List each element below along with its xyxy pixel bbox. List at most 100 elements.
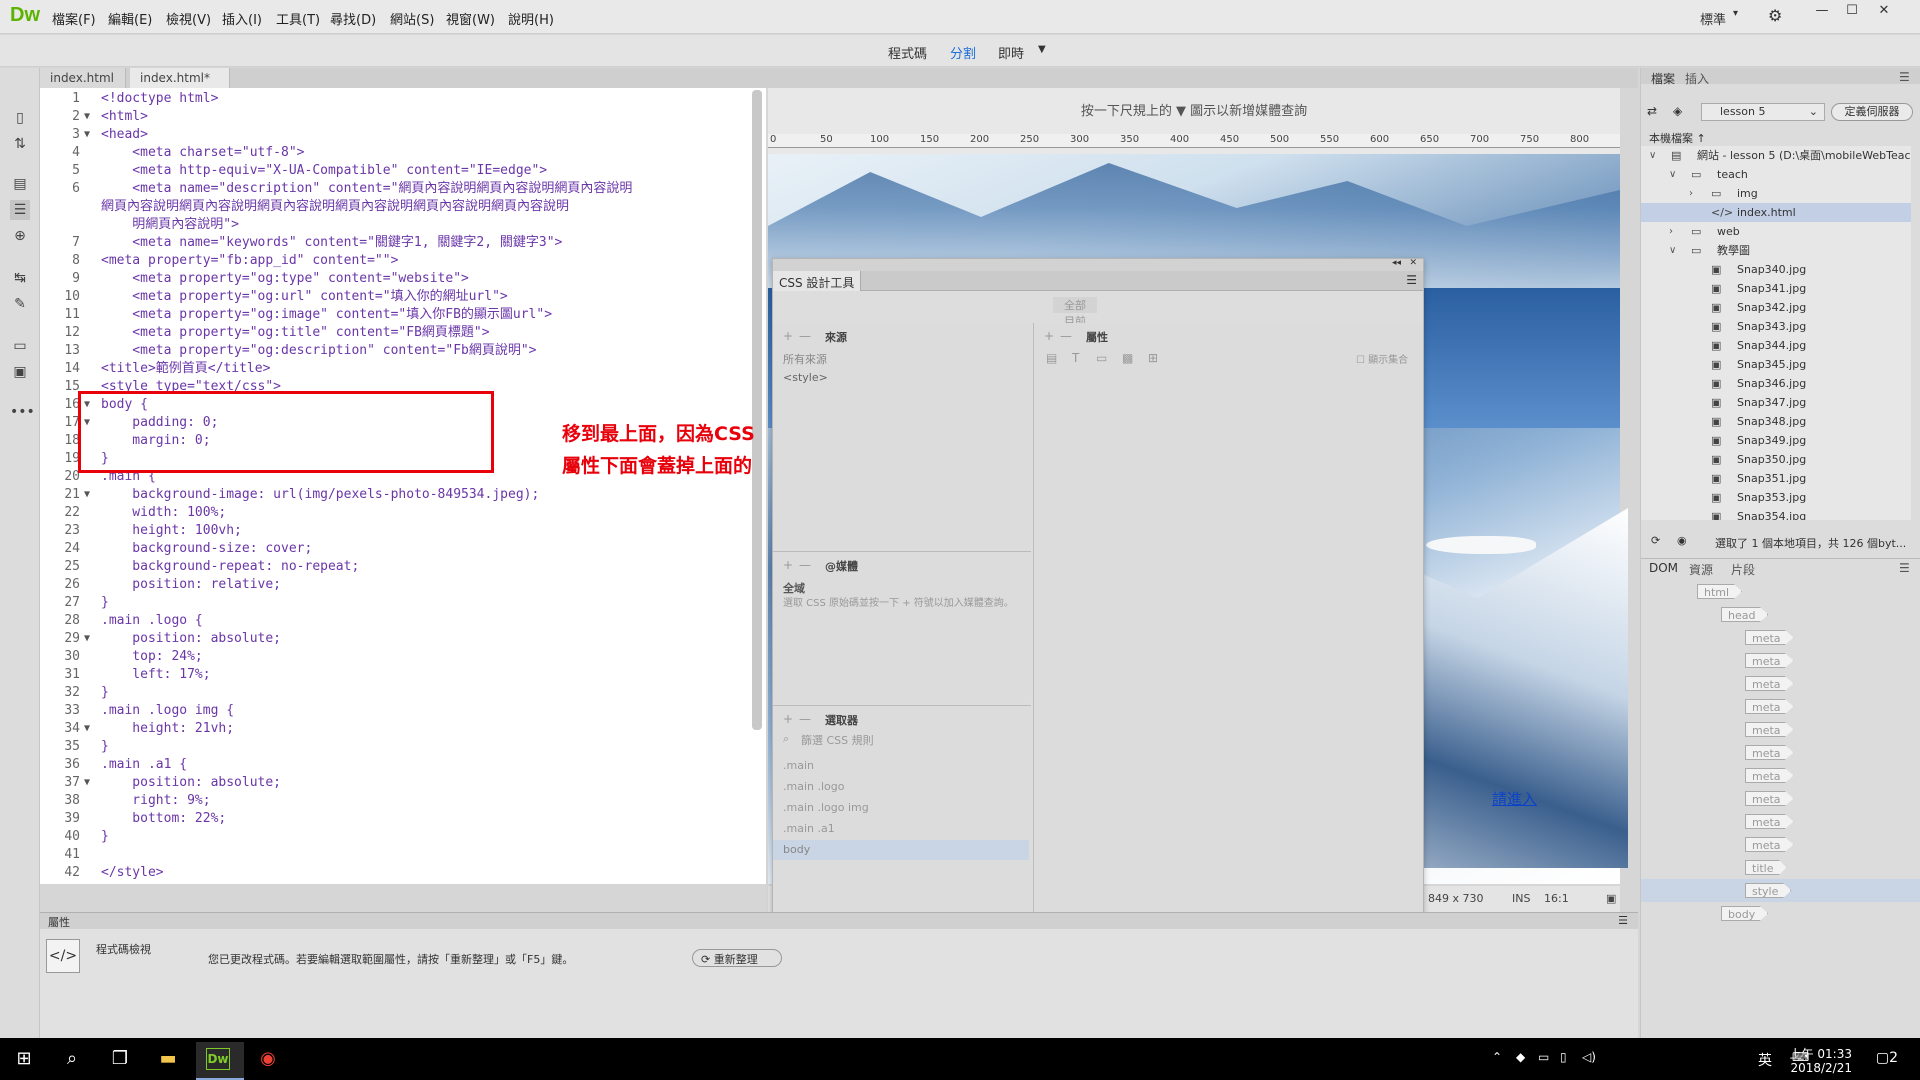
notification-icon[interactable]: ▢2 [1876, 1050, 1898, 1066]
code-text[interactable]: position: absolute; [101, 774, 281, 792]
menu-item[interactable]: 編輯(E) [108, 9, 152, 28]
code-line[interactable]: 24 background-size: cover; [40, 540, 766, 558]
minimize-button[interactable]: — [1808, 0, 1836, 22]
code-text[interactable]: .main .logo { [101, 612, 203, 630]
sort-up-icon[interactable]: ↑ [1697, 132, 1706, 145]
code-text[interactable]: <head> [101, 126, 148, 144]
code-text[interactable]: </style> [101, 864, 164, 882]
background-icon[interactable]: ▩ [1122, 351, 1133, 365]
dom-row[interactable]: html [1641, 580, 1920, 603]
tree-row[interactable]: ▣ Snap354.jpg [1641, 507, 1911, 520]
add-icon[interactable]: + [1044, 329, 1054, 343]
code-text[interactable]: } [101, 684, 109, 702]
fold-toggle-icon[interactable]: ▼ [84, 486, 90, 504]
code-text[interactable]: height: 21vh; [101, 720, 234, 738]
code-line[interactable]: 41 [40, 846, 766, 864]
code-line[interactable]: 35} [40, 738, 766, 756]
dom-row[interactable]: meta [1641, 833, 1920, 856]
enter-link[interactable]: 請進入 [1492, 788, 1537, 809]
tree-row[interactable]: ▣ Snap344.jpg [1641, 336, 1911, 355]
search-icon[interactable]: ⌕ [54, 1044, 90, 1074]
tree-row[interactable]: ▣ Snap348.jpg [1641, 412, 1911, 431]
fold-toggle-icon[interactable]: ▼ [84, 126, 90, 144]
panel-menu-icon[interactable]: ☰ [1406, 273, 1417, 287]
tree-label[interactable]: web [1717, 222, 1740, 241]
close-window-button[interactable]: ✕ [1870, 0, 1898, 22]
tree-row[interactable]: ▣ Snap340.jpg [1641, 260, 1911, 279]
tab-insert[interactable]: 插入 [1685, 70, 1709, 87]
code-line[interactable]: 1 <!doctype html> [40, 90, 766, 108]
code-line[interactable]: 6 <meta name="description" content="網頁內容… [40, 180, 766, 198]
dom-row[interactable]: meta [1641, 626, 1920, 649]
media-query-icon[interactable]: ▼ [1176, 104, 1190, 119]
tab-files[interactable]: 檔案 [1651, 70, 1675, 87]
code-line[interactable]: 27} [40, 594, 766, 612]
tree-row[interactable]: ∨ ▭ 教學圖 [1641, 241, 1911, 260]
code-view-icon[interactable]: </> [46, 939, 80, 973]
toggle-all[interactable]: 全部 [1053, 297, 1097, 313]
wrap-icon[interactable]: ↹ [10, 268, 30, 288]
menu-item[interactable]: 網站(S) [390, 9, 434, 28]
code-line[interactable]: 40} [40, 828, 766, 846]
code-line[interactable]: 2 ▼ <html> [40, 108, 766, 126]
dom-node[interactable]: title [1745, 860, 1787, 875]
dom-row[interactable]: meta [1641, 764, 1920, 787]
tree-row[interactable]: ∨ ▤ 網站 - lesson 5 (D:\桌面\mobileWebTeac... [1641, 146, 1911, 165]
tree-toggle-icon[interactable]: › [1669, 222, 1681, 241]
tree-toggle-icon[interactable]: › [1689, 184, 1701, 203]
panel-titlebar[interactable]: ◂◂ ✕ [773, 258, 1423, 271]
code-editor[interactable]: 1 <!doctype html> 2 ▼ <html> 3 ▼ <head> 4 <meta … [40, 88, 766, 884]
tree-row[interactable]: ∨ ▭ teach [1641, 165, 1911, 184]
panel-menu-icon[interactable]: ☰ [1899, 70, 1910, 84]
border-icon[interactable]: ▭ [1096, 351, 1107, 365]
code-text[interactable]: <meta property="og:url" content="填入你的網址u… [101, 288, 507, 306]
selector-item[interactable]: body [773, 840, 1029, 860]
fold-toggle-icon[interactable]: ▼ [84, 108, 90, 126]
collapse-icon[interactable]: ◂◂ [1392, 258, 1401, 268]
comment-icon[interactable]: ▭ [10, 336, 30, 356]
code-text[interactable]: <meta property="og:type" content="websit… [101, 270, 469, 288]
dom-node[interactable]: html [1697, 584, 1743, 599]
code-text[interactable]: position: relative; [101, 576, 281, 594]
tree-label[interactable]: Snap349.jpg [1737, 431, 1806, 450]
tree-label[interactable]: 網站 - lesson 5 (D:\桌面\mobileWebTeac... [1697, 146, 1911, 165]
file-tree[interactable]: ∨ ▤ 網站 - lesson 5 (D:\桌面\mobileWebTeac... ∨… [1641, 146, 1911, 520]
dom-row[interactable]: meta [1641, 695, 1920, 718]
chevron-down-icon[interactable]: ▾ [1733, 8, 1738, 19]
clock-time[interactable]: 上午 01:33 [1790, 1045, 1852, 1062]
chevron-down-icon[interactable]: ⌄ [1809, 105, 1818, 118]
tree-label[interactable]: index.html [1737, 203, 1796, 222]
refresh-icon[interactable]: ⟳ [1651, 534, 1660, 547]
code-text[interactable]: } [101, 738, 109, 756]
remove-icon[interactable]: — [799, 558, 811, 572]
tree-label[interactable]: Snap354.jpg [1737, 507, 1806, 520]
tree-row[interactable]: ▣ Snap351.jpg [1641, 469, 1911, 488]
code-line[interactable]: 4 <meta charset="utf-8"> [40, 144, 766, 162]
code-line[interactable]: 38 right: 9%; [40, 792, 766, 810]
dropbox-icon[interactable]: ◆ [1516, 1050, 1525, 1064]
tree-row[interactable]: ▣ Snap342.jpg [1641, 298, 1911, 317]
tree-label[interactable]: Snap342.jpg [1737, 298, 1806, 317]
remove-icon[interactable]: — [799, 712, 811, 726]
add-icon[interactable]: + [783, 329, 793, 343]
code-text[interactable]: height: 100vh; [101, 522, 242, 540]
code-line[interactable]: 23 height: 100vh; [40, 522, 766, 540]
preview-icon[interactable]: ▣ [1606, 892, 1616, 905]
remove-icon[interactable]: — [799, 329, 811, 343]
format-icon[interactable]: ▤ [10, 174, 30, 194]
code-line[interactable]: 5 <meta http-equiv="X-UA-Compatible" con… [40, 162, 766, 180]
volume-icon[interactable]: ◁) [1582, 1050, 1596, 1064]
tree-label[interactable]: Snap344.jpg [1737, 336, 1806, 355]
new-document-icon[interactable]: ▯ [10, 108, 30, 128]
source-all[interactable]: 所有來源 [783, 351, 827, 367]
fold-toggle-icon[interactable]: ▼ [84, 630, 90, 648]
selector-item[interactable]: .main [773, 756, 1029, 776]
code-line[interactable]: 11 <meta property="og:image" content="填入… [40, 306, 766, 324]
tree-label[interactable]: teach [1717, 165, 1748, 184]
code-text[interactable]: <title>範例首頁</title> [101, 360, 270, 378]
text-icon[interactable]: T [1072, 351, 1079, 365]
tab-index-html-modified[interactable]: index.html* ✕ [130, 68, 230, 99]
add-icon[interactable]: + [783, 712, 793, 726]
chevron-down-icon[interactable]: ▼ [1038, 44, 1046, 55]
code-line[interactable]: 12 <meta property="og:title" content="FB… [40, 324, 766, 342]
